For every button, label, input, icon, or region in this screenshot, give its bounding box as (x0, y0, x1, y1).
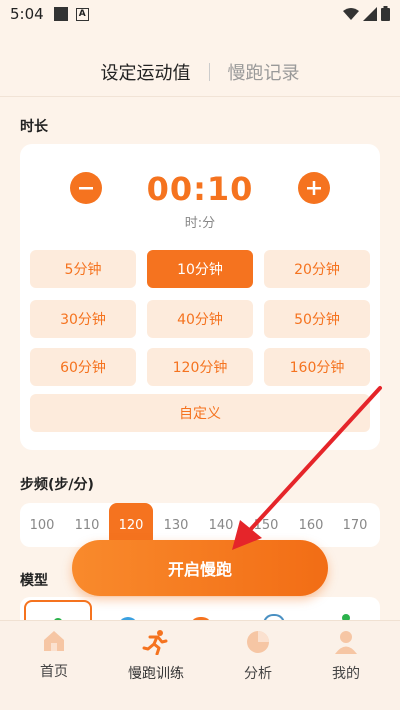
top-tabs: 设定运动值 慢跑记录 (0, 54, 400, 90)
duration-option-10[interactable]: 10分钟 (147, 250, 253, 288)
duration-title: 时长 (20, 119, 48, 135)
duration-option-40[interactable]: 40分钟 (147, 300, 253, 338)
tab-divider (208, 63, 210, 81)
nav-label-jog-training: 慢跑训练 (128, 666, 184, 682)
duration-option-30[interactable]: 30分钟 (30, 300, 136, 338)
nav-mine[interactable]: 我的 (306, 629, 386, 683)
header-divider (0, 96, 400, 97)
signal-icon (363, 6, 377, 21)
pie-chart-icon (247, 631, 269, 653)
start-jog-button[interactable]: 开启慢跑 (72, 540, 328, 596)
nav-home[interactable]: 首页 (14, 629, 94, 681)
tab-jog-records[interactable]: 慢跑记录 (216, 59, 312, 85)
cadence-title: 步频(步/分) (20, 477, 94, 493)
nav-analysis[interactable]: 分析 (218, 629, 298, 683)
duration-option-20[interactable]: 20分钟 (264, 250, 370, 288)
duration-unit: 时:分 (184, 216, 216, 231)
notification-icon (53, 7, 68, 21)
increase-button[interactable] (298, 172, 330, 204)
duration-card: 00:10 时:分 5分钟 10分钟 20分钟 30分钟 40分钟 50分钟 6… (20, 144, 380, 450)
duration-option-custom[interactable]: 自定义 (30, 394, 370, 432)
wifi-icon (343, 7, 359, 20)
duration-option-60[interactable]: 60分钟 (30, 348, 136, 386)
cadence-170[interactable]: 170 (333, 503, 377, 547)
duration-option-160[interactable]: 160分钟 (264, 348, 370, 386)
tab-set-exercise[interactable]: 设定运动值 (89, 59, 203, 85)
duration-option-50[interactable]: 50分钟 (264, 300, 370, 338)
duration-option-120[interactable]: 120分钟 (147, 348, 253, 386)
plus-icon (307, 181, 321, 195)
model-title: 模型 (20, 573, 48, 589)
person-icon (335, 631, 357, 654)
nav-label-home: 首页 (40, 664, 68, 680)
duration-option-5[interactable]: 5分钟 (30, 250, 136, 288)
status-time: 5:04 (10, 5, 44, 23)
battery-icon (381, 6, 390, 21)
nav-label-mine: 我的 (332, 666, 360, 682)
running-icon (142, 630, 168, 655)
nav-label-analysis: 分析 (244, 666, 272, 682)
nav-jog-training[interactable]: 慢跑训练 (116, 629, 196, 683)
cadence-100[interactable]: 100 (20, 503, 64, 547)
bottom-nav: 首页 慢跑训练 分析 我的 (0, 620, 400, 710)
a-notification-icon: A (75, 7, 89, 21)
status-bar: 5:04 A (0, 0, 400, 28)
home-icon (44, 631, 64, 651)
